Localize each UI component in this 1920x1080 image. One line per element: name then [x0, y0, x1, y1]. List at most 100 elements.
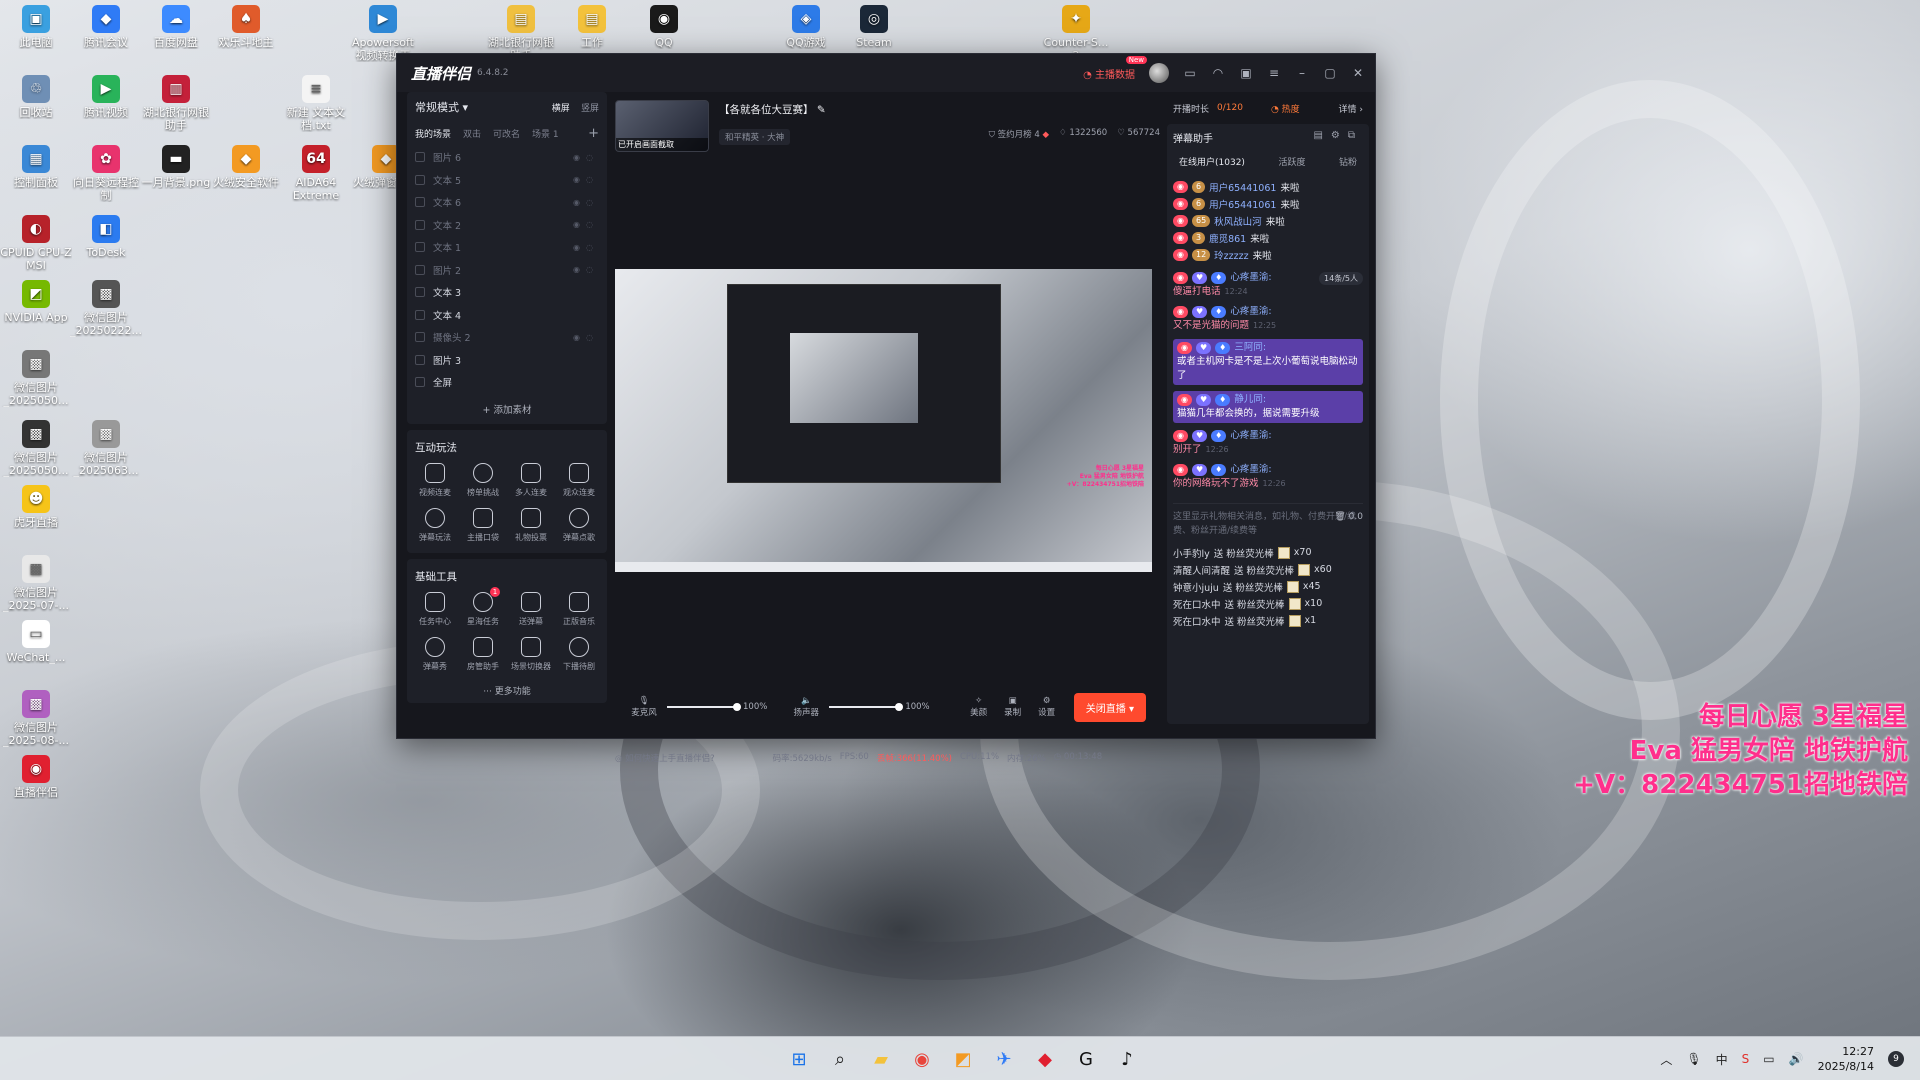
tab-my-scenes[interactable]: 我的场景 [415, 127, 451, 140]
tool-button[interactable]: 礼物投票 [507, 507, 555, 543]
network-icon[interactable]: ▭ [1763, 1052, 1774, 1066]
message-icon[interactable]: ▭ [1183, 66, 1197, 80]
desktop-icon[interactable]: ▩ 微信图片_2025-08-... [0, 690, 72, 747]
source-item[interactable]: 文本 6 ◉◌ [415, 191, 599, 214]
chat-message[interactable]: ◉ ♥ ♦ 静儿同: 猫猫几年都会换的，据说需要升级 [1173, 391, 1363, 423]
source-visibility-checkbox[interactable] [415, 287, 425, 298]
desktop-icon[interactable]: ✿ 向日葵远程控制 [70, 145, 142, 202]
taskbar-store-icon[interactable]: ◩ [947, 1043, 979, 1075]
taskbar-live-companion-icon[interactable]: ◆ [1029, 1043, 1061, 1075]
source-item[interactable]: 图片 6 ◉◌ [415, 146, 599, 169]
user-name[interactable]: 鹿觅861 [1209, 231, 1246, 245]
tab-scene[interactable]: 可改名 [493, 127, 520, 140]
source-item[interactable]: 摄像头 2 ◉◌ [415, 326, 599, 349]
source-action-icons[interactable]: ◉◌ [573, 153, 599, 162]
microphone-icon[interactable]: 🎙 [1686, 1052, 1701, 1066]
room-title[interactable]: 【各就各位大豆赛】 ✎ [719, 102, 826, 117]
clock[interactable]: 12:27 2025/8/14 [1818, 1044, 1874, 1074]
shirt-icon[interactable]: ▣ [1239, 66, 1253, 80]
desktop-icon[interactable]: ▩ 微信图片_2025050... [0, 350, 72, 407]
stream-preview[interactable]: 每日心愿 3星福星 Eva 猛男女陪 地铁护航 +V：822434751招地铁陪 [615, 269, 1152, 572]
desktop-icon[interactable]: 64 AIDA64 Extreme [280, 145, 352, 202]
chevron-up-icon[interactable]: ︿ [1660, 1051, 1672, 1068]
mic-control[interactable]: 🎙 麦克风 100% [627, 696, 767, 718]
source-item[interactable]: 文本 2 ◉◌ [415, 214, 599, 237]
user-name[interactable]: 秋风战山河 [1214, 214, 1262, 228]
mode-dropdown[interactable]: 常规模式 ▾ [415, 99, 468, 115]
close-icon[interactable]: ✕ [1351, 66, 1365, 80]
tool-button[interactable]: 1 星海任务 [459, 586, 507, 627]
list-icon[interactable]: ▤ [1313, 130, 1330, 141]
tool-button[interactable]: 场景切换器 [507, 636, 555, 672]
desktop-icon[interactable]: ◆ 腾讯会议 [70, 5, 142, 49]
desktop-icon[interactable]: ▥ 湖北银行网银助手 [140, 75, 212, 132]
desktop-icon[interactable]: ▣ 此电脑 [0, 5, 72, 49]
source-visibility-checkbox[interactable] [415, 309, 425, 320]
desktop-icon[interactable]: ☻ 虎牙直播 [0, 485, 72, 529]
desktop-icon[interactable]: ▶ 腾讯视频 [70, 75, 142, 119]
avatar[interactable] [1149, 63, 1169, 83]
help-link[interactable]: ◎ 如何快速上手直播伴侣? [615, 752, 715, 764]
source-item[interactable]: 文本 1 ◉◌ [415, 236, 599, 259]
source-visibility-checkbox[interactable] [415, 197, 425, 208]
desktop-icon[interactable]: ◎ Steam [838, 5, 910, 49]
more-functions-button[interactable]: ··· 更多功能 [407, 682, 607, 703]
source-visibility-checkbox[interactable] [415, 354, 425, 365]
tool-button[interactable]: 弹幕玩法 [411, 507, 459, 543]
source-action-icons[interactable]: ◉◌ [573, 243, 599, 252]
user-name[interactable]: 用户65441061 [1209, 197, 1276, 211]
tool-button[interactable]: 榜单挑战 [459, 462, 507, 498]
source-item[interactable]: 全屏 [415, 371, 599, 394]
taskbar-explorer-icon[interactable]: ▰ [865, 1043, 897, 1075]
desktop-icon[interactable]: ◉ QQ [628, 5, 700, 49]
maximize-icon[interactable]: ▢ [1323, 66, 1337, 80]
source-visibility-checkbox[interactable] [415, 152, 425, 163]
tab-scene[interactable]: 场景 1 [532, 127, 559, 140]
chat-message[interactable]: ◉ ♥ ♦ 三阿同: 或者主机网卡是不是上次小葡萄说电脑松动了 [1173, 339, 1363, 385]
desktop-icon[interactable]: ♠ 欢乐斗地主 [210, 5, 282, 49]
desktop-icon[interactable]: ◈ QQ游戏 [770, 5, 842, 49]
chat-message[interactable]: ◉ ♥ ♦ 心疼墨渝: 你的网络玩不了游戏 12:26 [1173, 463, 1363, 491]
source-item[interactable]: 图片 2 ◉◌ [415, 259, 599, 282]
source-item[interactable]: 图片 3 [415, 349, 599, 372]
source-action-icons[interactable]: ◉◌ [573, 265, 599, 274]
source-item[interactable]: 文本 4 [415, 304, 599, 327]
source-visibility-checkbox[interactable] [415, 264, 425, 275]
tab-diamond-fans[interactable]: 钻粉 [1339, 155, 1357, 168]
tool-button[interactable]: 主播口袋 [459, 507, 507, 543]
source-action-icons[interactable]: ◉◌ [573, 333, 599, 342]
beauty-button[interactable]: ✧ 美颜 [964, 696, 994, 718]
volume-icon[interactable]: 🔊 [1789, 1052, 1804, 1066]
detail-link[interactable]: 详情 › [1339, 102, 1363, 115]
desktop-icon[interactable]: ▩ 微信图片_20250222... [70, 280, 142, 337]
tool-button[interactable]: 下播待剧 [555, 636, 603, 672]
room-cover[interactable]: 已开启画面截取 [615, 100, 709, 152]
taskbar-chrome-icon[interactable]: ◉ [906, 1043, 938, 1075]
desktop-icon[interactable]: ▤ 工作 [556, 5, 628, 49]
source-item[interactable]: 文本 5 ◉◌ [415, 169, 599, 192]
desktop-icon[interactable]: ▩ 微信图片_2025050... [0, 420, 72, 477]
source-action-icons[interactable]: ◉◌ [573, 198, 599, 207]
tab-online-users[interactable]: 在线用户(1032) [1179, 155, 1245, 168]
stop-live-button[interactable]: 关闭直播 ▾ [1073, 692, 1146, 722]
desktop-icon[interactable]: ◩ NVIDIA App [0, 280, 72, 324]
desktop-icon[interactable]: ◆ 火绒安全软件 [210, 145, 282, 189]
landscape-toggle[interactable]: 横屏 [552, 104, 570, 114]
tool-button[interactable]: 视频连麦 [411, 462, 459, 498]
tool-button[interactable]: 送弹幕 [507, 591, 555, 627]
source-visibility-checkbox[interactable] [415, 242, 425, 253]
desktop-icon[interactable]: ◐ CPUID CPU-Z MSI [0, 215, 72, 272]
taskbar-feishu-icon[interactable]: ✈ [988, 1043, 1020, 1075]
desktop-icon[interactable]: ≡ 新建 文本文档.txt [280, 75, 352, 132]
add-source-button[interactable]: + 添加素材 [407, 396, 607, 424]
menu-icon[interactable]: ≡ [1267, 66, 1281, 80]
source-action-icons[interactable]: ◉◌ [573, 220, 599, 229]
tool-button[interactable]: 正版音乐 [555, 591, 603, 627]
tool-button[interactable]: 房管助手 [459, 636, 507, 672]
desktop-icon[interactable]: ▦ 控制面板 [0, 145, 72, 189]
desktop-icon[interactable]: ☁ 百度网盘 [140, 5, 212, 49]
taskbar-search-icon[interactable]: ⌕ [824, 1043, 856, 1075]
source-visibility-checkbox[interactable] [415, 174, 425, 185]
source-visibility-checkbox[interactable] [415, 377, 425, 388]
notification-badge[interactable]: 9 [1888, 1051, 1904, 1067]
